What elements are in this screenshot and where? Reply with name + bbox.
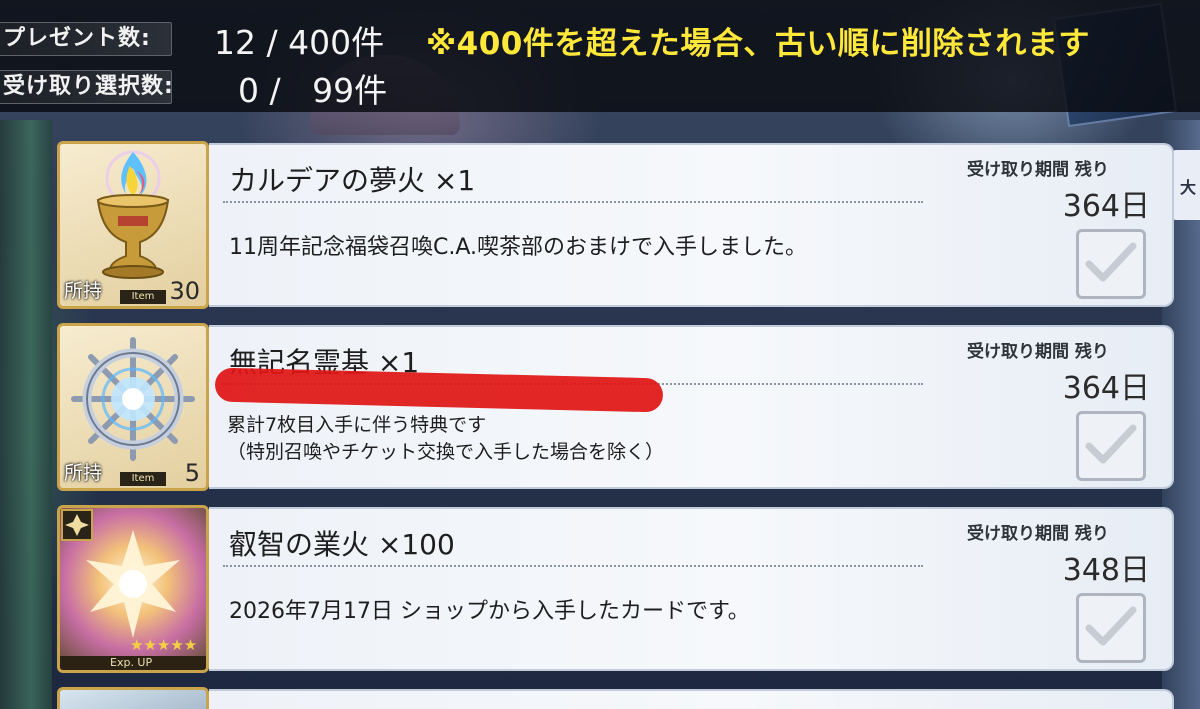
item-info-panel: [209, 689, 1174, 709]
selected-count-label: 受け取り選択数:: [0, 70, 173, 104]
owned-count: 30: [169, 277, 200, 305]
item-name: 叡智の業火 ×100: [229, 528, 455, 561]
present-item-row[interactable]: 所持 Item 30 カルデアの夢火 ×1 11周年記念福袋召喚C.A.喫茶部の…: [57, 141, 1176, 313]
checkmark-icon: [1085, 424, 1137, 464]
present-box-header: プレゼント数: 12 / 400件 ※400件を超えた場合、古い順に削除されます…: [0, 0, 1200, 112]
present-count-label: プレゼント数:: [0, 22, 172, 56]
svg-text:★★★★★: ★★★★★: [130, 636, 197, 654]
golden-grail-flame-icon: 所持 Item 30: [57, 141, 209, 309]
present-item-row[interactable]: ★★★★★ Exp. UP 叡智の業火 ×100 2026年7月17日 ショップ…: [57, 505, 1176, 677]
checkmark-icon: [1085, 242, 1137, 282]
item-icon: [57, 687, 209, 709]
divider: [223, 565, 923, 567]
receive-checkbox[interactable]: [1076, 411, 1146, 481]
owned-label: 所持: [64, 280, 103, 302]
exp-card-icon: ★★★★★ Exp. UP: [57, 505, 209, 673]
item-info-panel: カルデアの夢火 ×1 11周年記念福袋召喚C.A.喫茶部のおまけで入手しました。…: [209, 143, 1174, 307]
deletion-notice: ※400件を超えた場合、古い順に削除されます: [426, 26, 1090, 62]
present-count-value: 12 / 400件: [214, 23, 385, 62]
remaining-days: 348日: [1062, 553, 1150, 588]
background-left-pillar: [0, 120, 52, 709]
period-label: 受け取り期間 残り: [967, 524, 1109, 544]
item-info-panel: 無記名霊基 ×1 累計7枚目入手に伴う特典です （特別召喚やチケット交換で入手し…: [209, 325, 1174, 489]
selected-count-value: 0 / 99件: [238, 71, 388, 110]
item-description-line1: 累計7枚目入手に伴う特典です: [227, 414, 487, 436]
item-description-line2: （特別召喚やチケット交換で入手した場合を除く）: [227, 441, 665, 463]
period-label: 受け取り期間 残り: [967, 342, 1109, 362]
item-tag: Item: [120, 472, 166, 486]
period-label: 受け取り期間 残り: [967, 160, 1109, 180]
receive-checkbox[interactable]: [1076, 229, 1146, 299]
divider: [223, 201, 923, 203]
remaining-days: 364日: [1062, 189, 1150, 224]
item-info-panel: 叡智の業火 ×100 2026年7月17日 ショップから入手したカードです。 受…: [209, 507, 1174, 671]
background-right-tag: 大: [1172, 150, 1200, 220]
checkmark-icon: [1085, 606, 1137, 646]
present-item-row-partial[interactable]: [57, 687, 1176, 709]
owned-count: 5: [184, 459, 200, 487]
item-name: カルデアの夢火 ×1: [229, 164, 476, 197]
item-description: 2026年7月17日 ショップから入手したカードです。: [229, 599, 750, 624]
owned-label: 所持: [64, 462, 103, 484]
remaining-days: 364日: [1062, 371, 1150, 406]
exp-up-label: Exp. UP: [110, 656, 153, 669]
saint-quartz-wheel-icon: 所持 Item 5: [57, 323, 209, 491]
item-tag: Item: [120, 290, 166, 304]
receive-checkbox[interactable]: [1076, 593, 1146, 663]
item-description: 11周年記念福袋召喚C.A.喫茶部のおまけで入手しました。: [229, 235, 808, 260]
